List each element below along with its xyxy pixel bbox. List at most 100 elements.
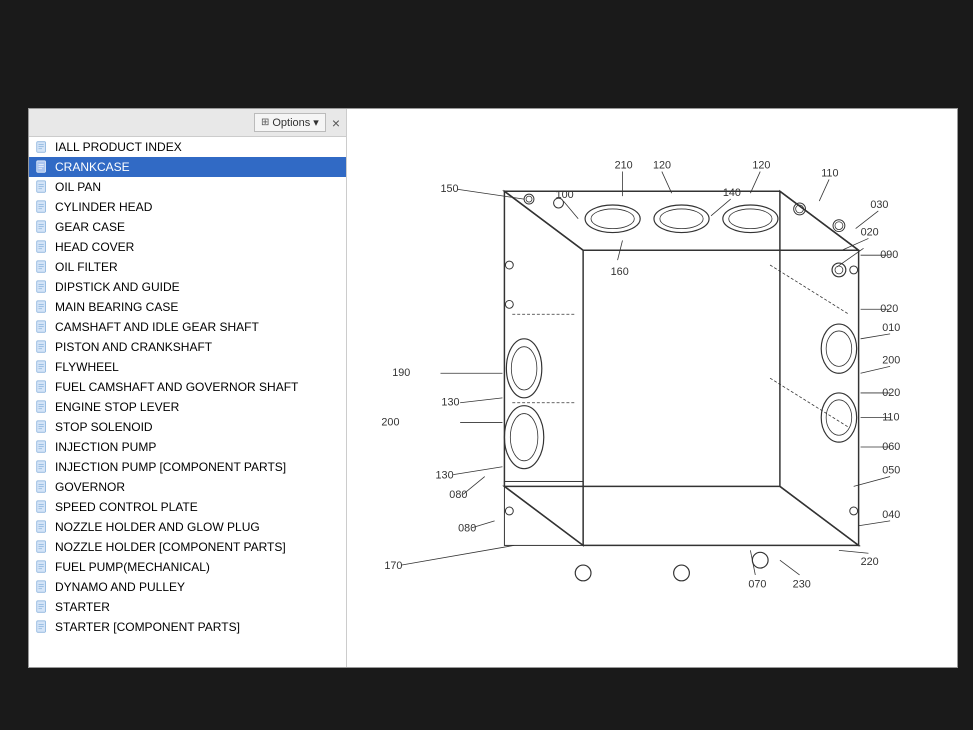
document-icon bbox=[33, 299, 51, 315]
document-icon bbox=[33, 479, 51, 495]
sidebar-item-camshaft-and-idle-gear-shaft[interactable]: CAMSHAFT AND IDLE GEAR SHAFT bbox=[29, 317, 346, 337]
sidebar-item-label: MAIN BEARING CASE bbox=[55, 300, 178, 314]
sidebar-item-starter-component-parts[interactable]: STARTER [COMPONENT PARTS] bbox=[29, 617, 346, 637]
document-icon bbox=[33, 499, 51, 515]
sidebar-item-fuel-camshaft-and-governor-shaft[interactable]: FUEL CAMSHAFT AND GOVERNOR SHAFT bbox=[29, 377, 346, 397]
svg-text:120: 120 bbox=[752, 160, 770, 172]
sidebar-item-iall-product-index[interactable]: IALL PRODUCT INDEX bbox=[29, 137, 346, 157]
svg-text:190: 190 bbox=[392, 367, 410, 379]
svg-text:110: 110 bbox=[882, 411, 899, 423]
sidebar-item-label: PISTON AND CRANKSHAFT bbox=[55, 340, 212, 354]
sidebar-item-head-cover[interactable]: HEAD COVER bbox=[29, 237, 346, 257]
sidebar-item-label: OIL PAN bbox=[55, 180, 101, 194]
svg-text:030: 030 bbox=[870, 199, 888, 211]
svg-text:060: 060 bbox=[882, 441, 900, 453]
document-icon bbox=[33, 519, 51, 535]
document-icon bbox=[33, 159, 51, 175]
sidebar-item-stop-solenoid[interactable]: STOP SOLENOID bbox=[29, 417, 346, 437]
svg-text:200: 200 bbox=[381, 416, 399, 428]
document-icon bbox=[33, 179, 51, 195]
svg-text:150: 150 bbox=[440, 183, 458, 195]
svg-text:120: 120 bbox=[653, 160, 671, 172]
engine-diagram: 210 120 120 110 030 090 020 bbox=[347, 109, 957, 667]
sidebar-item-label: CYLINDER HEAD bbox=[55, 200, 152, 214]
document-icon bbox=[33, 459, 51, 475]
options-button[interactable]: ⊞ Options ▾ bbox=[254, 113, 326, 132]
sidebar-item-speed-control-plate[interactable]: SPEED CONTROL PLATE bbox=[29, 497, 346, 517]
sidebar-item-dipstick-and-guide[interactable]: DIPSTICK AND GUIDE bbox=[29, 277, 346, 297]
sidebar-item-injection-pump[interactable]: INJECTION PUMP bbox=[29, 437, 346, 457]
diagram-container: 210 120 120 110 030 090 020 bbox=[347, 109, 957, 667]
sidebar-item-label: GOVERNOR bbox=[55, 480, 125, 494]
svg-text:040: 040 bbox=[882, 509, 900, 521]
svg-text:210: 210 bbox=[615, 160, 633, 172]
sidebar-item-label: NOZZLE HOLDER [COMPONENT PARTS] bbox=[55, 540, 286, 554]
svg-text:010: 010 bbox=[882, 322, 900, 334]
sidebar-item-dynamo-and-pulley[interactable]: DYNAMO AND PULLEY bbox=[29, 577, 346, 597]
sidebar-item-label: STARTER bbox=[55, 600, 110, 614]
svg-text:020: 020 bbox=[861, 227, 879, 239]
document-icon bbox=[33, 279, 51, 295]
sidebar-item-label: DYNAMO AND PULLEY bbox=[55, 580, 185, 594]
sidebar-item-label: FUEL CAMSHAFT AND GOVERNOR SHAFT bbox=[55, 380, 298, 394]
sidebar-item-cylinder-head[interactable]: CYLINDER HEAD bbox=[29, 197, 346, 217]
svg-text:200: 200 bbox=[882, 354, 900, 366]
document-icon bbox=[33, 339, 51, 355]
document-icon bbox=[33, 239, 51, 255]
sidebar-item-label: FLYWHEEL bbox=[55, 360, 119, 374]
svg-text:160: 160 bbox=[611, 266, 629, 278]
svg-text:080: 080 bbox=[458, 523, 476, 535]
content-area: 210 120 120 110 030 090 020 bbox=[347, 109, 957, 667]
document-icon bbox=[33, 219, 51, 235]
document-icon bbox=[33, 359, 51, 375]
sidebar-item-gear-case[interactable]: GEAR CASE bbox=[29, 217, 346, 237]
sidebar-item-engine-stop-lever[interactable]: ENGINE STOP LEVER bbox=[29, 397, 346, 417]
sidebar-item-piston-and-crankshaft[interactable]: PISTON AND CRANKSHAFT bbox=[29, 337, 346, 357]
sidebar-item-governor[interactable]: GOVERNOR bbox=[29, 477, 346, 497]
sidebar-header: ⊞ Options ▾ × bbox=[29, 109, 346, 137]
sidebar-item-label: NOZZLE HOLDER AND GLOW PLUG bbox=[55, 520, 260, 534]
document-icon bbox=[33, 419, 51, 435]
sidebar-item-label: HEAD COVER bbox=[55, 240, 134, 254]
sidebar-item-flywheel[interactable]: FLYWHEEL bbox=[29, 357, 346, 377]
document-icon bbox=[33, 599, 51, 615]
sidebar-item-label: CAMSHAFT AND IDLE GEAR SHAFT bbox=[55, 320, 259, 334]
sidebar-item-oil-pan[interactable]: OIL PAN bbox=[29, 177, 346, 197]
svg-text:070: 070 bbox=[748, 579, 766, 591]
sidebar-item-label: OIL FILTER bbox=[55, 260, 118, 274]
sidebar-item-label: STARTER [COMPONENT PARTS] bbox=[55, 620, 240, 634]
sidebar-item-label: FUEL PUMP(MECHANICAL) bbox=[55, 560, 210, 574]
svg-text:130: 130 bbox=[436, 470, 454, 482]
svg-text:050: 050 bbox=[882, 465, 900, 477]
sidebar-item-crankcase[interactable]: CRANKCASE bbox=[29, 157, 346, 177]
sidebar-item-label: CRANKCASE bbox=[55, 160, 130, 174]
svg-text:130: 130 bbox=[441, 397, 459, 409]
sidebar-item-main-bearing-case[interactable]: MAIN BEARING CASE bbox=[29, 297, 346, 317]
svg-text:020: 020 bbox=[882, 387, 900, 399]
svg-text:230: 230 bbox=[793, 579, 811, 591]
sidebar-item-label: INJECTION PUMP [COMPONENT PARTS] bbox=[55, 460, 286, 474]
sidebar-item-label: SPEED CONTROL PLATE bbox=[55, 500, 198, 514]
svg-text:110: 110 bbox=[821, 167, 838, 179]
document-icon bbox=[33, 619, 51, 635]
svg-text:170: 170 bbox=[384, 560, 402, 572]
document-icon bbox=[33, 259, 51, 275]
sidebar-item-oil-filter[interactable]: OIL FILTER bbox=[29, 257, 346, 277]
sidebar-item-starter[interactable]: STARTER bbox=[29, 597, 346, 617]
sidebar-item-fuel-pump-mechanical[interactable]: FUEL PUMP(MECHANICAL) bbox=[29, 557, 346, 577]
document-icon bbox=[33, 199, 51, 215]
options-label: Options bbox=[272, 117, 310, 129]
document-icon bbox=[33, 539, 51, 555]
sidebar-scroll[interactable]: IALL PRODUCT INDEX CRANKCASE OIL PAN CYL… bbox=[29, 137, 346, 667]
svg-text:140: 140 bbox=[723, 187, 741, 199]
sidebar-item-nozzle-holder-and-glow-plug[interactable]: NOZZLE HOLDER AND GLOW PLUG bbox=[29, 517, 346, 537]
sidebar-item-label: DIPSTICK AND GUIDE bbox=[55, 280, 180, 294]
sidebar-item-label: INJECTION PUMP bbox=[55, 440, 156, 454]
document-icon bbox=[33, 439, 51, 455]
sidebar-item-injection-pump-component-parts[interactable]: INJECTION PUMP [COMPONENT PARTS] bbox=[29, 457, 346, 477]
sidebar-item-label: STOP SOLENOID bbox=[55, 420, 153, 434]
sidebar-item-nozzle-holder-component-parts[interactable]: NOZZLE HOLDER [COMPONENT PARTS] bbox=[29, 537, 346, 557]
svg-text:100: 100 bbox=[556, 189, 574, 201]
document-icon bbox=[33, 379, 51, 395]
close-button[interactable]: × bbox=[332, 116, 340, 130]
